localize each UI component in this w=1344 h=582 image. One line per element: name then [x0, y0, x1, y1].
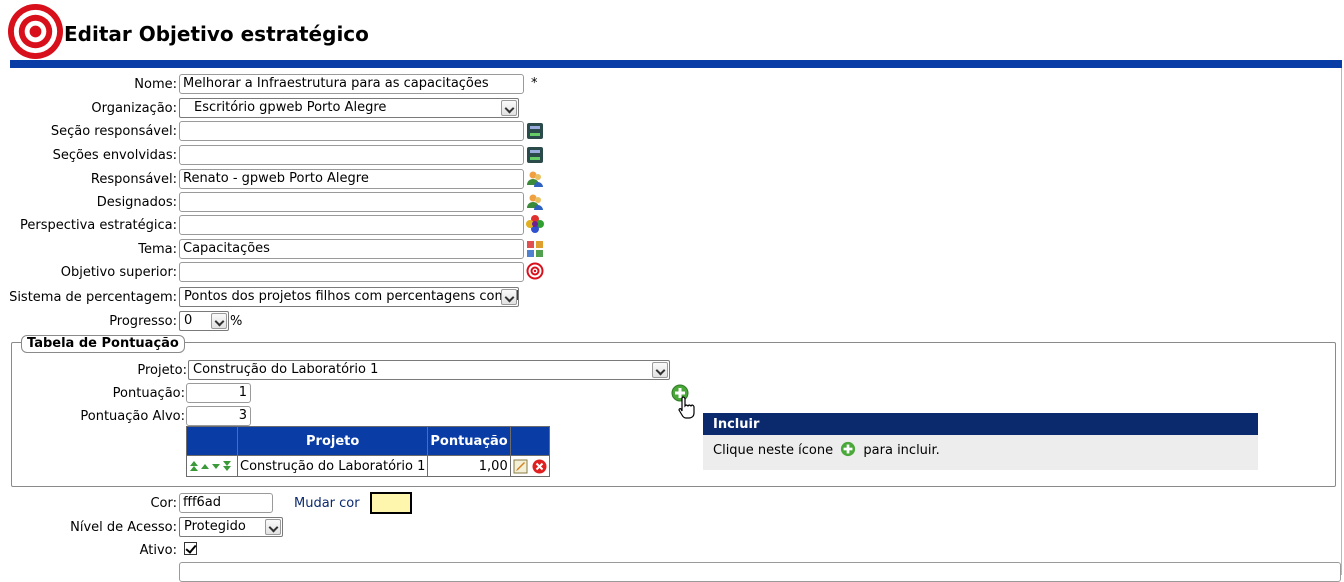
chevron-down-icon [501, 289, 517, 305]
cor-label: Cor: [150, 496, 177, 511]
pontuacao-alvo-input[interactable]: 3 [186, 406, 251, 426]
progresso-value: 0 [184, 313, 193, 328]
percent-unit: % [230, 314, 243, 329]
tooltip-text-before: Clique neste ícone [713, 443, 834, 458]
departments-icon[interactable] [526, 146, 544, 164]
tooltip-text-after: para incluir. [863, 443, 940, 458]
nome-label: Nome: [134, 77, 177, 92]
col-projeto-header: Projeto [236, 426, 429, 456]
required-mark: * [531, 76, 538, 91]
edit-icon[interactable] [513, 459, 528, 474]
nivel-acesso-select[interactable]: Protegido [179, 517, 283, 537]
projeto-value: Construção do Laboratório 1 [193, 362, 379, 377]
secao-responsavel-label: Seção responsável: [50, 124, 177, 139]
secao-responsavel-input[interactable] [179, 121, 524, 141]
cor-input[interactable]: fff6ad [179, 493, 273, 513]
col-edit-header [509, 426, 550, 456]
ativo-label: Ativo: [139, 543, 177, 558]
perspectiva-label: Perspectiva estratégica: [19, 218, 177, 233]
ativo-checkbox[interactable] [184, 542, 197, 555]
col-pontuacao-header: Pontuação [427, 426, 511, 456]
users-icon[interactable] [526, 170, 544, 188]
objetivo-superior-input[interactable] [179, 262, 524, 282]
designados-label: Designados: [96, 195, 177, 210]
secoes-envolvidas-input[interactable] [179, 145, 524, 165]
mudar-cor-link[interactable]: Mudar cor [294, 496, 360, 511]
col-actions-header [186, 426, 238, 456]
nome-input[interactable]: Melhorar a Infraestrutura para as capaci… [179, 74, 524, 94]
description-textarea[interactable] [179, 562, 1341, 582]
responsavel-label: Responsável: [90, 172, 177, 187]
pontuacao-label: Pontuação: [112, 386, 185, 401]
responsavel-input[interactable]: Renato - gpweb Porto Alegre [179, 169, 524, 189]
reorder-arrows-icon[interactable] [189, 460, 235, 472]
header-divider [10, 60, 1342, 68]
page-title: Editar Objetivo estratégico [64, 22, 369, 46]
organizacao-label: Organização: [91, 101, 177, 116]
target-icon [7, 3, 64, 60]
tema-input[interactable]: Capacitações [179, 239, 524, 259]
sistema-percentagem-select[interactable]: Pontos dos projetos filhos com percentag… [179, 287, 519, 307]
delete-icon[interactable] [532, 459, 547, 474]
sistema-percentagem-value: Pontos dos projetos filhos com percentag… [184, 289, 519, 304]
page-header: Editar Objetivo estratégico [0, 0, 1344, 60]
row-actions-cell [509, 455, 550, 477]
reorder-cell [186, 455, 238, 477]
organizacao-value: Escritório gpweb Porto Alegre [194, 100, 387, 115]
nivel-acesso-label: Nível de Acesso: [70, 520, 177, 535]
tooltip-title: Incluir [703, 413, 1258, 435]
department-icon[interactable] [526, 122, 544, 140]
projeto-label: Projeto: [137, 363, 187, 378]
pontuacao-table: Projeto Pontuação Construção do Laborató… [186, 426, 550, 477]
table-row: Construção do Laboratório 1 1,00 [186, 455, 550, 477]
pontuacao-alvo-label: Pontuação Alvo: [80, 409, 185, 424]
row-pontuacao: 1,00 [427, 455, 511, 477]
tema-label: Tema: [138, 242, 177, 257]
pontuacao-input[interactable]: 1 [186, 383, 251, 403]
sistema-percentagem-label: Sistema de percentagem: [9, 290, 177, 305]
chevron-down-icon [265, 519, 281, 535]
content-border [1341, 68, 1342, 575]
theme-icon[interactable] [526, 240, 544, 258]
organizacao-select[interactable]: Escritório gpweb Porto Alegre [179, 98, 519, 118]
tooltip-body: Clique neste ícone para incluir. [703, 435, 1258, 460]
chevron-down-icon [501, 100, 517, 116]
chevron-down-icon [652, 362, 668, 378]
tabela-pontuacao-legend: Tabela de Pontuação [21, 335, 185, 353]
perspective-icon[interactable] [526, 215, 544, 233]
designados-input[interactable] [179, 192, 524, 212]
chevron-down-icon [211, 313, 227, 329]
projeto-select[interactable]: Construção do Laboratório 1 [188, 360, 670, 380]
color-swatch[interactable] [370, 492, 412, 514]
perspectiva-input[interactable] [179, 215, 524, 235]
nivel-acesso-value: Protegido [184, 519, 246, 534]
hand-cursor-icon [678, 396, 695, 419]
target-icon[interactable] [526, 262, 544, 280]
progresso-select[interactable]: 0 [179, 311, 229, 331]
incluir-tooltip: Incluir Clique neste ícone para incluir. [703, 413, 1258, 470]
users-icon[interactable] [526, 193, 544, 211]
add-icon [841, 441, 856, 457]
objetivo-superior-label: Objetivo superior: [60, 265, 177, 280]
row-projeto: Construção do Laboratório 1 [236, 455, 429, 477]
table-header-row: Projeto Pontuação [186, 426, 550, 456]
progresso-label: Progresso: [109, 314, 177, 329]
secoes-envolvidas-label: Seções envolvidas: [52, 148, 177, 163]
